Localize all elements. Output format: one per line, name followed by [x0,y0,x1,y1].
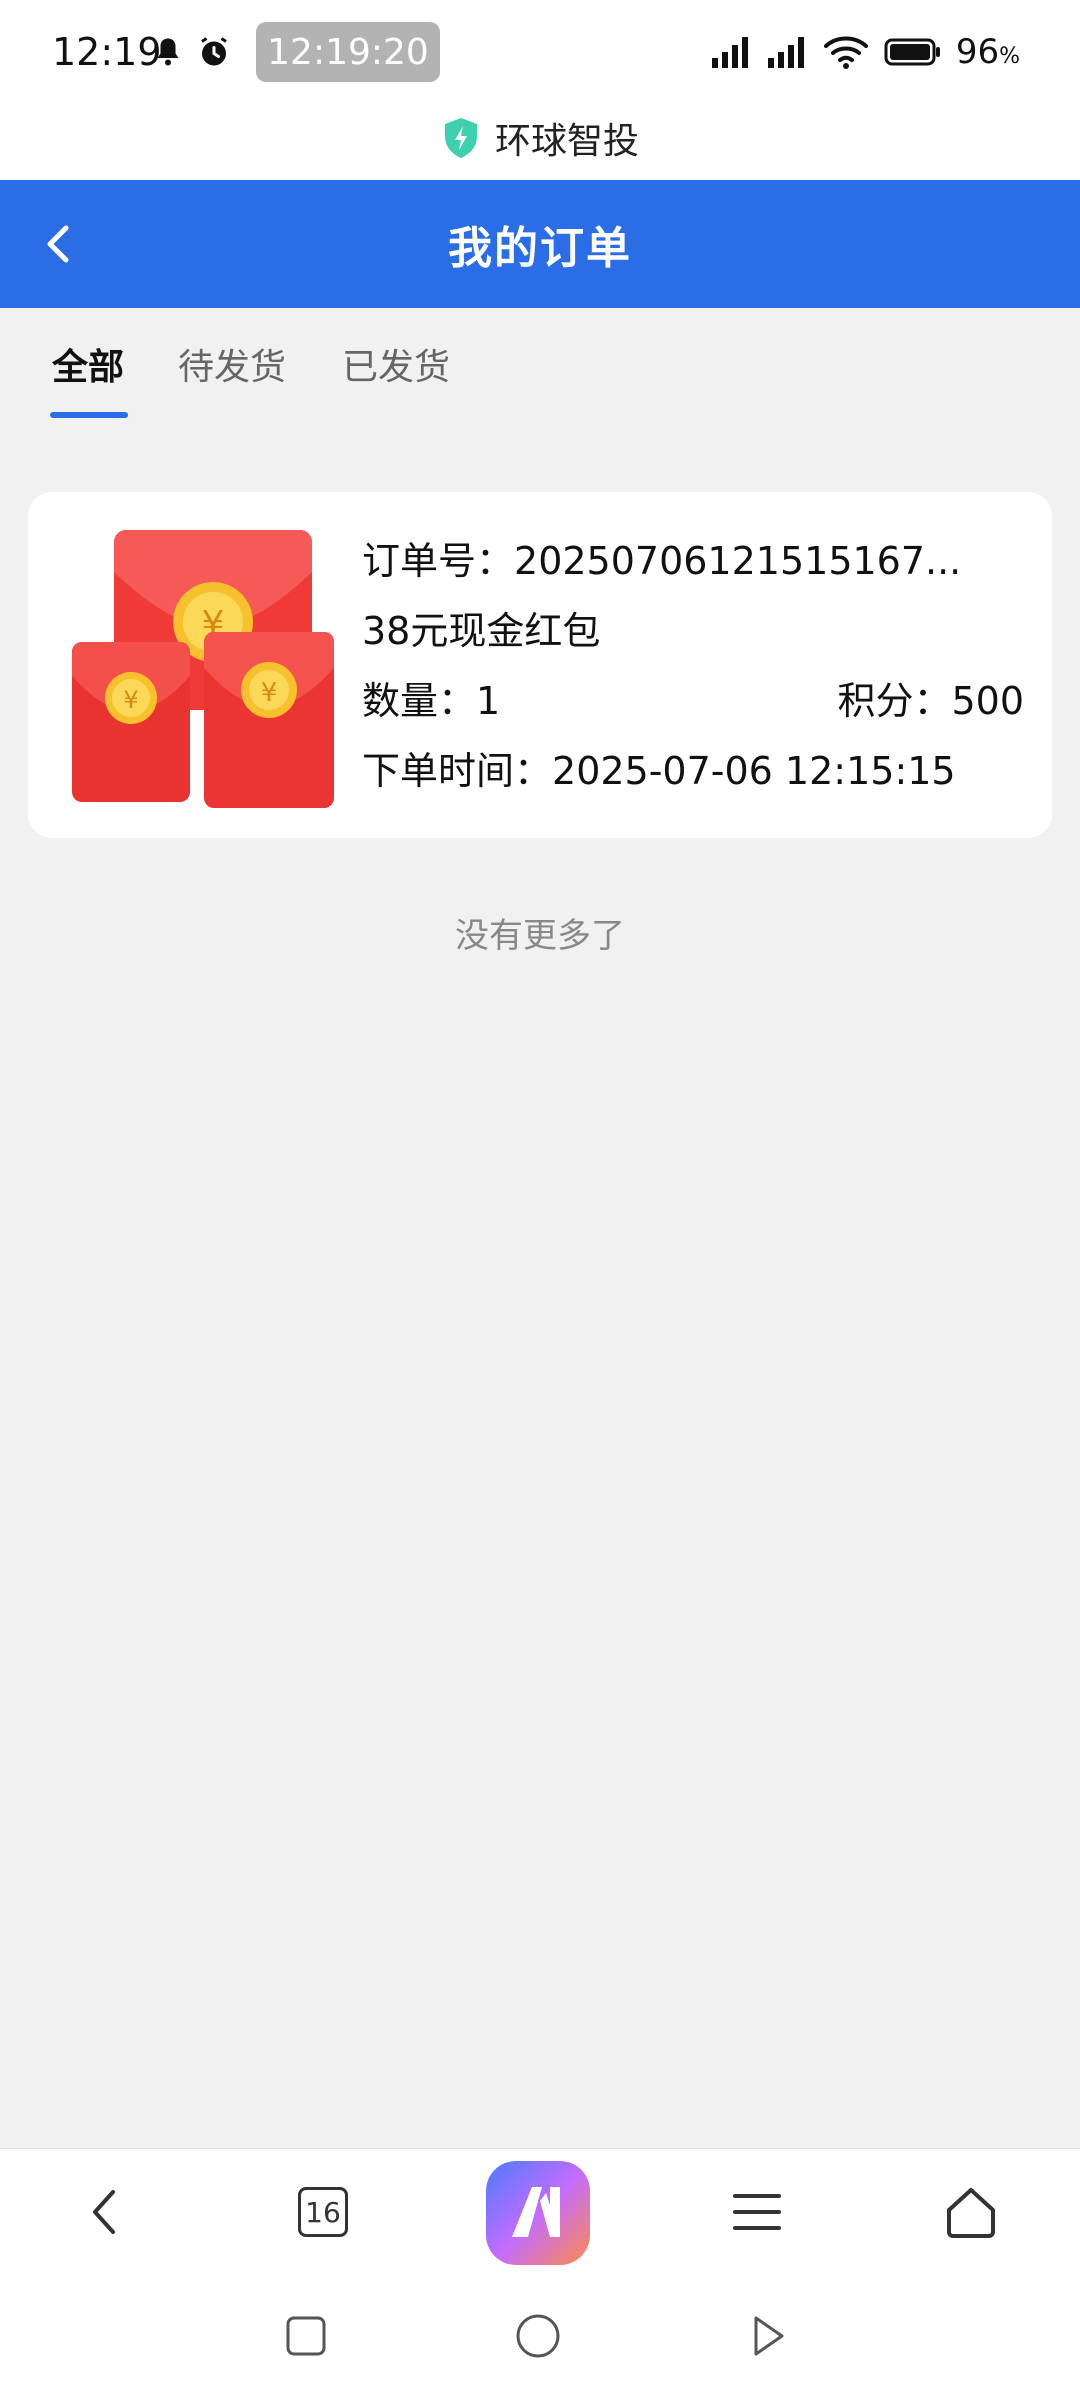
recents-button[interactable] [274,2304,338,2368]
tabs-count-icon: 16 [298,2187,348,2237]
back-nav-button[interactable] [736,2304,800,2368]
shield-bolt-icon [444,118,477,158]
alarm-icon [201,37,227,66]
system-nav-bar [0,2274,1080,2400]
chevron-left-icon [93,2190,115,2234]
status-right: 96% [710,32,1020,72]
list-end-text: 没有更多了 [455,916,625,956]
tab-indicator [50,412,128,418]
tabs-button[interactable]: 16 [280,2169,366,2255]
bell-icon [157,38,179,66]
order-card[interactable]: ¥ ¥ ¥ 订单号：20250706121515167... 38元现金红包 数… [28,492,1052,838]
browser-back-button[interactable] [62,2169,148,2255]
order-number: 订单号：20250706121515167... [362,539,962,583]
square-icon [286,2316,326,2356]
battery-text: 96% [955,32,1020,72]
battery-icon [884,38,940,66]
wifi-icon [823,36,868,69]
status-bar: 12:19 12:19:20 96% [0,0,1080,108]
tab-pending[interactable]: 待发货 [178,338,286,390]
ai-assistant-icon [486,2161,590,2265]
product-name: 38元现金红包 [362,609,601,653]
tab-bar: 全部 待发货 已发货 [0,308,1080,428]
order-quantity: 数量：1 [362,679,501,723]
order-points: 积分：500 [837,679,1024,723]
browser-toolbar: 16 [0,2148,1080,2274]
circle-icon [516,2314,560,2358]
home-icon [947,2188,995,2238]
tab-all[interactable]: 全部 [52,338,124,390]
time-pill: 12:19:20 [256,22,440,82]
triangle-icon [754,2316,784,2356]
home-nav-button[interactable] [506,2304,570,2368]
tab-shipped[interactable]: 已发货 [342,338,450,390]
assistant-button[interactable] [482,2157,594,2269]
back-icon[interactable] [30,212,94,276]
app-name: 环球智投 [494,121,639,162]
menu-button[interactable] [714,2169,800,2255]
svg-text:¥: ¥ [123,686,138,714]
home-button[interactable] [928,2169,1014,2255]
status-time: 12:19 [52,30,162,74]
app-strip: 环球智投 [0,96,1080,180]
page-title: 我的订单 [448,223,632,274]
svg-text:¥: ¥ [261,678,278,708]
signal-2-icon [767,37,804,68]
menu-icon [733,2194,781,2230]
red-envelope-image: ¥ ¥ ¥ [72,530,334,808]
header: 我的订单 [0,180,1080,308]
signal-icon [711,37,748,68]
order-time: 下单时间：2025-07-06 12:15:15 [362,749,956,793]
